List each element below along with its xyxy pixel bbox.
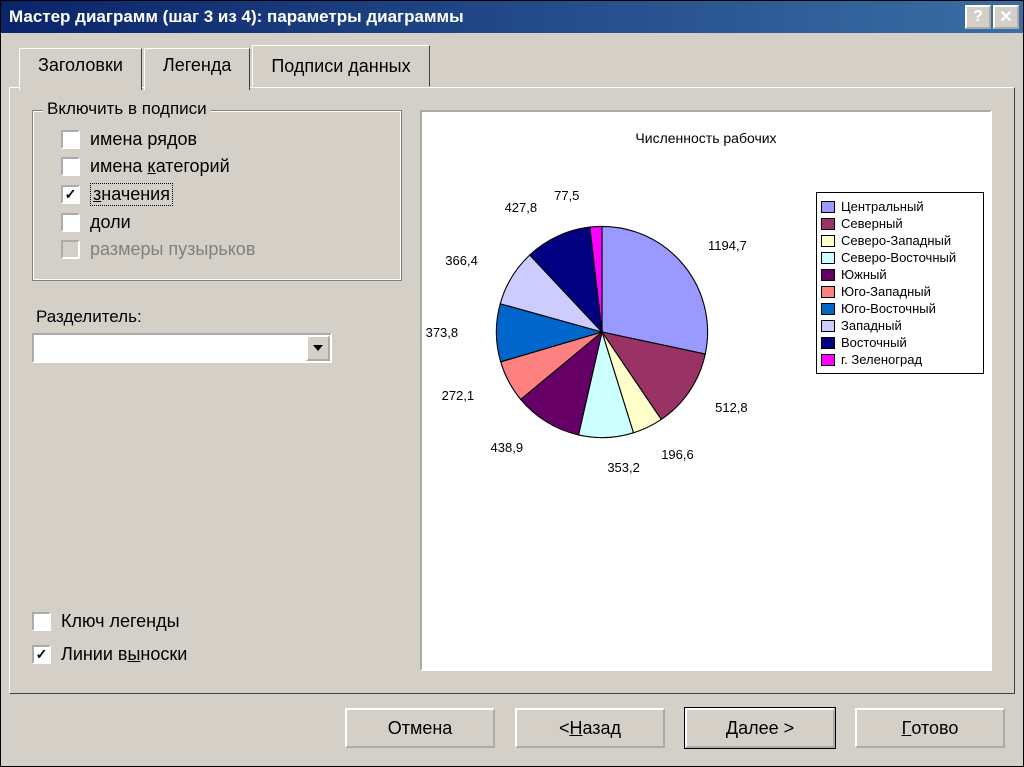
legend-item: Центральный (821, 199, 979, 214)
legend-item: Северо-Восточный (821, 250, 979, 265)
legend-item: Юго-Восточный (821, 301, 979, 316)
legend-item: Восточный (821, 335, 979, 350)
data-label: 1194,7 (708, 238, 747, 253)
data-label: 77,5 (554, 188, 579, 203)
next-button[interactable]: Далее > (685, 708, 835, 748)
legend-label: Центральный (841, 199, 924, 214)
legend-swatch (821, 201, 835, 213)
label-percent: доли (90, 212, 131, 233)
legend-swatch (821, 303, 835, 315)
checkbox-values[interactable] (61, 185, 80, 204)
tab-legend[interactable]: Легенда (144, 48, 250, 90)
legend-swatch (821, 235, 835, 247)
legend-swatch (821, 286, 835, 298)
legend-swatch (821, 320, 835, 332)
separator-label: Разделитель: (36, 307, 402, 327)
separator-value[interactable] (34, 335, 306, 361)
legend-item: г. Зеленоград (821, 352, 979, 367)
data-label: 427,8 (505, 200, 538, 215)
dialog-window: Мастер диаграмм (шаг 3 из 4): параметры … (0, 0, 1024, 767)
options-column: Включить в подписи имена рядов имена кат… (32, 110, 402, 671)
tab-data-labels[interactable]: Подписи данных (252, 45, 429, 87)
label-bubble-sizes: размеры пузырьков (90, 239, 255, 260)
legend-swatch (821, 252, 835, 264)
legend-item: Юго-Западный (821, 284, 979, 299)
legend-label: Юго-Западный (841, 284, 931, 299)
data-label: 353,2 (607, 460, 640, 475)
separator-dropdown-button[interactable] (306, 335, 330, 361)
tab-headers[interactable]: Заголовки (19, 48, 142, 90)
checkbox-leader-lines[interactable] (32, 645, 51, 664)
group-title: Включить в подписи (43, 99, 211, 119)
pie-chart (492, 222, 712, 442)
data-label: 438,9 (491, 440, 524, 455)
legend-label: Южный (841, 267, 887, 282)
label-leader-lines: Линии выноски (61, 644, 187, 665)
legend-label: Северный (841, 216, 903, 231)
legend-item: Южный (821, 267, 979, 282)
legend-label: Восточный (841, 335, 907, 350)
label-values: значения (90, 183, 173, 206)
client-area: Заголовки Легенда Подписи данных Включит… (1, 33, 1023, 766)
data-label: 272,1 (442, 388, 475, 403)
data-label: 366,4 (445, 253, 478, 268)
legend-label: Западный (841, 318, 902, 333)
checkbox-percent[interactable] (61, 213, 80, 232)
chart-legend: Центральный Северный Северо-Западный Северо… (816, 192, 984, 374)
legend-label: Северо-Восточный (841, 250, 956, 265)
cancel-button[interactable]: Отмена (345, 708, 495, 748)
back-button[interactable]: < Назад (515, 708, 665, 748)
data-label: 373,8 (426, 325, 459, 340)
tab-strip: Заголовки Легенда Подписи данных (19, 45, 1015, 87)
dialog-buttons: Отмена < Назад Далее > Готово (9, 694, 1015, 758)
chart-preview: Численность рабочих 1194,7 512,8 196,6 353,… (420, 110, 992, 671)
checkbox-bubble-sizes (61, 240, 80, 259)
help-button[interactable]: ? (965, 5, 991, 29)
label-category-names: имена категорий (90, 156, 230, 177)
legend-swatch (821, 337, 835, 349)
separator-combo[interactable] (32, 333, 332, 363)
data-label: 512,8 (715, 400, 748, 415)
tab-panel: Включить в подписи имена рядов имена кат… (9, 87, 1015, 694)
label-series-names: имена рядов (90, 129, 197, 150)
checkbox-series-names[interactable] (61, 130, 80, 149)
legend-label: Северо-Западный (841, 233, 951, 248)
legend-swatch (821, 218, 835, 230)
data-label: 196,6 (661, 447, 694, 462)
include-in-labels-group: Включить в подписи имена рядов имена кат… (32, 110, 402, 281)
finish-button[interactable]: Готово (855, 708, 1005, 748)
window-title: Мастер диаграмм (шаг 3 из 4): параметры … (9, 7, 965, 27)
legend-item: Северо-Западный (821, 233, 979, 248)
legend-item: Северный (821, 216, 979, 231)
chart-title: Численность рабочих (422, 130, 990, 146)
legend-item: Западный (821, 318, 979, 333)
close-button[interactable]: ✕ (993, 5, 1019, 29)
legend-label: г. Зеленоград (841, 352, 922, 367)
checkbox-legend-key[interactable] (32, 612, 51, 631)
titlebar: Мастер диаграмм (шаг 3 из 4): параметры … (1, 1, 1023, 33)
legend-swatch (821, 354, 835, 366)
label-legend-key: Ключ легенды (61, 611, 180, 632)
legend-swatch (821, 269, 835, 281)
legend-label: Юго-Восточный (841, 301, 936, 316)
checkbox-category-names[interactable] (61, 157, 80, 176)
